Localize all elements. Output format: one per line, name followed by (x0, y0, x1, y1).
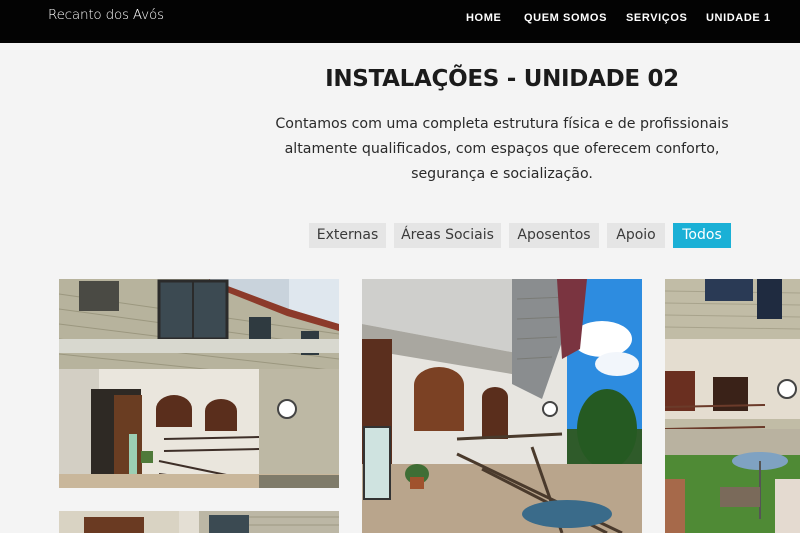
filter-externas[interactable]: Externas (309, 223, 386, 248)
gallery-photo-garden-balcony[interactable] (665, 279, 800, 533)
nav-item-servicos[interactable]: SERVIÇOS (626, 12, 687, 24)
main-nav: HOME QUEM SOMOS SERVIÇOS UNIDADE 1 (0, 12, 800, 26)
filter-areas-sociais[interactable]: Áreas Sociais (394, 223, 501, 248)
photo-illustration (59, 279, 339, 488)
photo-illustration (59, 511, 339, 533)
filter-aposentos[interactable]: Aposentos (509, 223, 599, 248)
page-title: INSTALAÇÕES - UNIDADE 02 (325, 66, 679, 92)
description-line: altamente qualificados, com espaços que … (284, 141, 720, 157)
filter-todos[interactable]: Todos (673, 223, 731, 248)
top-navbar: Recanto dos Avós HOME QUEM SOMOS SERVIÇO… (0, 0, 800, 43)
nav-item-home[interactable]: HOME (466, 12, 501, 24)
gallery-filters: Externas Áreas Sociais Aposentos Apoio T… (0, 223, 800, 248)
gallery-photo-second-row[interactable] (59, 511, 339, 533)
nav-item-quem-somos[interactable]: QUEM SOMOS (524, 12, 607, 24)
photo-illustration (362, 279, 642, 533)
photo-illustration (665, 279, 800, 533)
filter-apoio[interactable]: Apoio (607, 223, 665, 248)
description-line: segurança e socialização. (411, 166, 593, 182)
section-description: Contamos com uma completa estrutura físi… (272, 112, 732, 187)
gallery-photo-entrance-stairs[interactable] (362, 279, 642, 533)
description-line: Contamos com uma completa estrutura físi… (275, 116, 729, 132)
nav-item-unidade-1[interactable]: UNIDADE 1 (706, 12, 771, 24)
gallery-photo-building-front[interactable] (59, 279, 339, 488)
